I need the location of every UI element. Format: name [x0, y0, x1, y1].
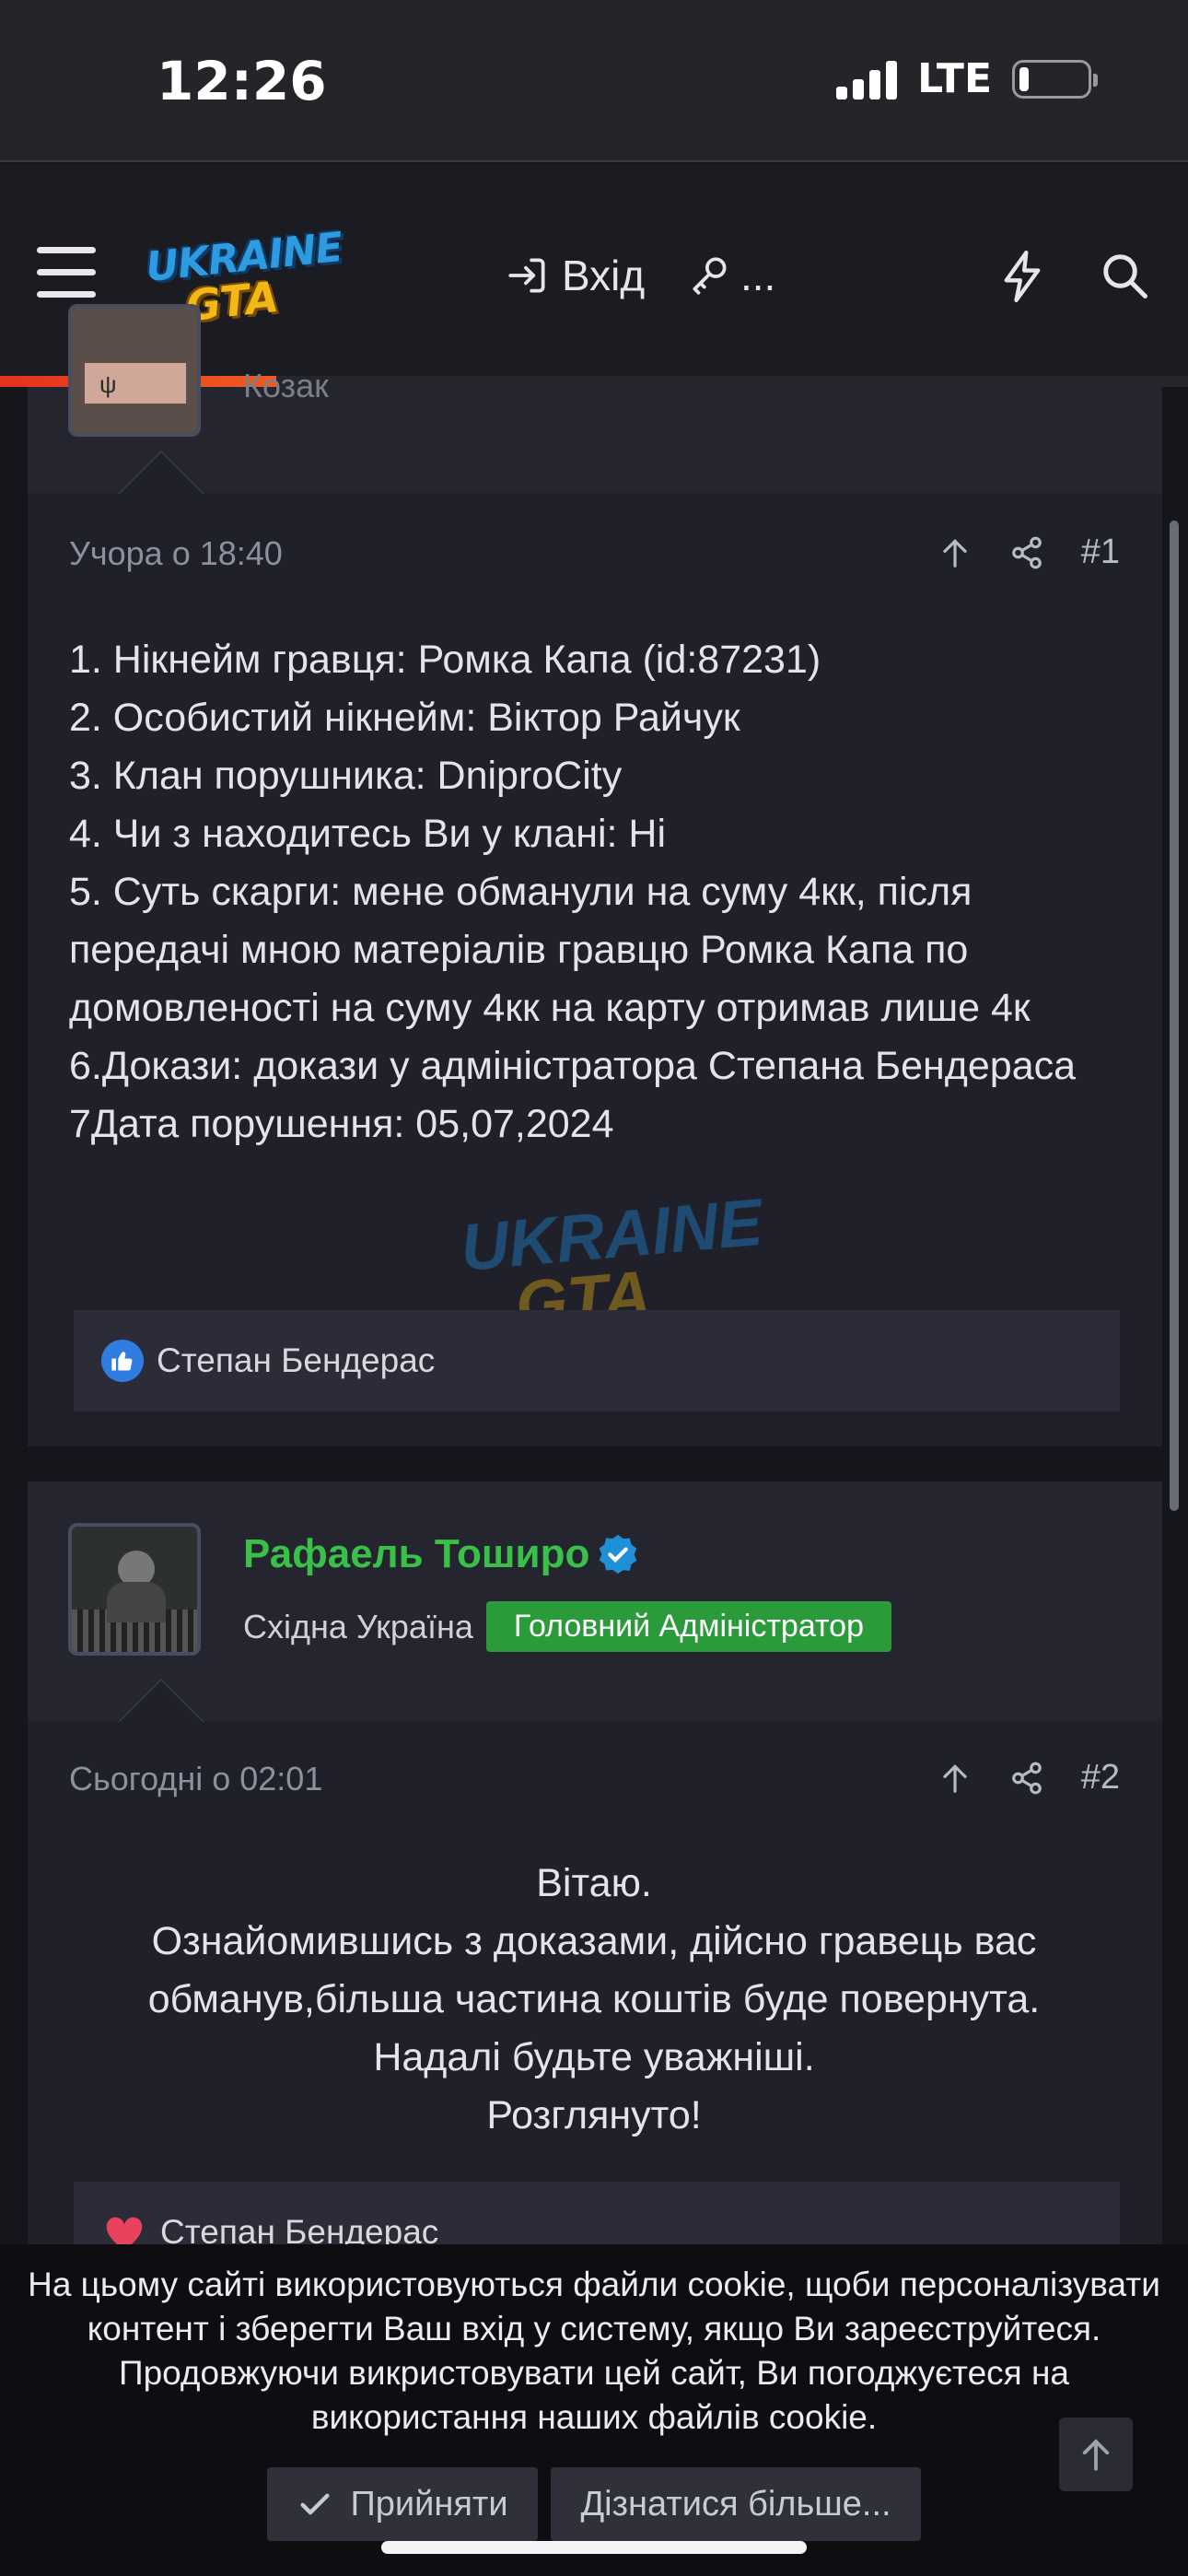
post-line: 6.Докази: докази у адміністратора Степан… — [69, 1044, 1077, 1088]
network-type: LTE — [917, 55, 992, 102]
cookie-notice: На цьому сайті використовуються файли co… — [0, 2244, 1188, 2576]
post-line: 2. Особистий нікнейм: Віктор Райчук — [69, 696, 740, 740]
register-button[interactable]: ... — [687, 251, 775, 300]
user-location: Східна Україна — [243, 1607, 473, 1645]
post-actions: #1 — [938, 533, 1120, 572]
role-badge: Головний Адміністратор — [485, 1601, 891, 1652]
arrow-notch — [119, 452, 204, 495]
post-1-user-strip: ψ Козак — [28, 304, 1162, 495]
check-icon — [300, 2493, 330, 2515]
register-label: ... — [740, 252, 776, 299]
signal-icon — [836, 59, 898, 100]
post-line: 7Дата порушення: 05,07,2024 — [69, 1102, 614, 1146]
post-2-user-strip: Рафаель Тоширо Східна Україна Головний А… — [28, 1481, 1162, 1723]
username-text: Рафаель Тоширо — [243, 1531, 590, 1576]
like-icon — [101, 1340, 144, 1382]
post-body: Вітаю. Ознайомившись з доказами, дійсно … — [64, 1855, 1124, 2145]
post-line: Ознайомившись з доказами, дійсно гравець… — [147, 1919, 1041, 2021]
post-line: 3. Клан порушника: DniproCity — [69, 754, 623, 798]
post-2: Рафаель Тоширо Східна Україна Головний А… — [28, 1481, 1162, 2311]
arrow-notch — [119, 1680, 204, 1723]
cookie-text: На цьому сайті використовуються файли co… — [28, 2266, 1160, 2436]
post-number[interactable]: #1 — [1081, 533, 1120, 572]
login-icon — [508, 258, 545, 293]
cookie-learn-more-label: Дізнатися більше... — [580, 2484, 891, 2523]
scroll-to-top-button[interactable] — [1059, 2418, 1133, 2491]
status-bar: 12:26 LTE — [0, 0, 1188, 162]
search-icon[interactable] — [1100, 251, 1149, 300]
avatar[interactable]: ψ — [68, 304, 201, 437]
post-1: ψ Козак Учора о 18:40 #1 1. Нікнейм грав… — [28, 304, 1162, 1446]
login-button[interactable]: Вхід — [505, 251, 645, 300]
post-number[interactable]: #2 — [1081, 1758, 1120, 1797]
battery-icon — [1012, 59, 1098, 99]
share-icon[interactable] — [1009, 535, 1044, 570]
post-actions: #2 — [938, 1758, 1120, 1797]
avatar[interactable] — [68, 1523, 201, 1656]
status-time: 12:26 — [157, 50, 327, 112]
post-line: Розглянуто! — [486, 2093, 702, 2137]
whats-new-icon[interactable] — [1002, 251, 1042, 302]
arrow-up-icon — [1082, 2439, 1110, 2471]
post-date[interactable]: Учора о 18:40 — [69, 534, 283, 573]
login-label: Вхід — [562, 252, 646, 299]
arrow-up-icon[interactable] — [938, 1761, 973, 1796]
post-line: 1. Нікнейм гравця: Ромка Капа (id:87231) — [69, 638, 821, 682]
menu-icon[interactable] — [37, 247, 96, 299]
cookie-accept-button[interactable]: Прийняти — [267, 2467, 538, 2541]
username[interactable]: Рафаель Тоширо — [243, 1531, 639, 1577]
verified-icon — [600, 1534, 637, 1575]
post-date[interactable]: Сьогодні о 02:01 — [69, 1760, 322, 1798]
cookie-learn-more-button[interactable]: Дізнатися більше... — [551, 2467, 921, 2541]
share-icon[interactable] — [1009, 1761, 1044, 1796]
post-line: 5. Суть скарги: мене обманули на суму 4к… — [69, 870, 1031, 1030]
reactions-bar[interactable]: Степан Бендерас — [74, 1310, 1120, 1411]
cookie-accept-label: Прийняти — [350, 2484, 508, 2523]
user-title: Східна Україна Головний Адміністратор — [243, 1601, 891, 1652]
page-scrollbar[interactable] — [1170, 521, 1179, 1511]
user-rank: Козак — [243, 367, 329, 404]
post-line: Вітаю. — [536, 1861, 652, 1905]
status-indicators: LTE — [836, 55, 1098, 102]
home-indicator[interactable] — [381, 2541, 807, 2554]
post-body: 1. Нікнейм гравця: Ромка Капа (id:87231)… — [69, 631, 1128, 1153]
post-line: 4. Чи з находитесь Ви у клані: Ні — [69, 812, 667, 856]
key-icon — [693, 257, 727, 295]
reaction-user[interactable]: Степан Бендерас — [157, 1341, 435, 1380]
post-line: Надалі будьте уважніші. — [373, 2035, 815, 2079]
arrow-up-icon[interactable] — [938, 535, 973, 570]
